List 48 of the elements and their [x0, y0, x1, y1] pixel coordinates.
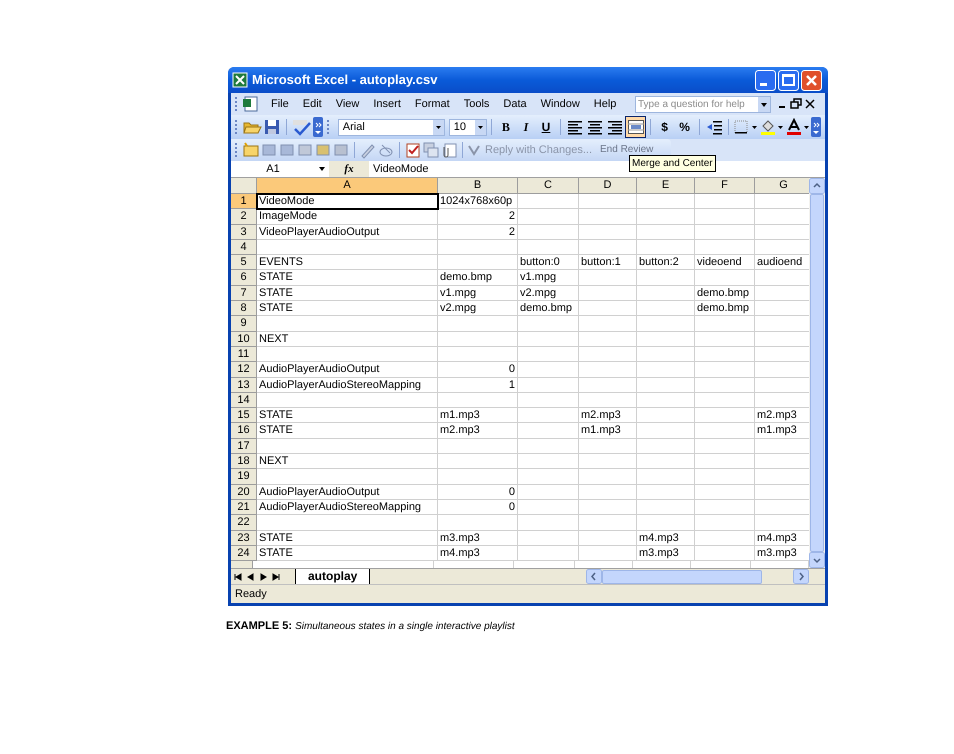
table-cell: 0 — [438, 484, 518, 500]
table-cell: button:0 — [518, 255, 579, 270]
table-cell: demo.bmp — [438, 270, 518, 286]
table-cell: m4.mp3 — [438, 546, 518, 562]
table-cell: ImageMode — [257, 209, 438, 225]
figure-caption: EXAMPLE 5: Simultaneous states in a single interactive playlist — [226, 619, 516, 634]
table-cell: demo.bmp — [695, 301, 755, 316]
table-cell: AudioPlayerAudioOutput — [257, 362, 438, 378]
table-cell: AudioPlayerAudioStereoMapping — [257, 378, 438, 393]
table-cell: v2.mpg — [518, 286, 579, 302]
table-cell: NEXT — [257, 332, 438, 347]
table-cell: STATE — [257, 546, 438, 562]
table-cell: VideoMode — [257, 194, 438, 210]
table-cell: button:2 — [637, 255, 695, 270]
table-cell: v1.mpg — [518, 270, 579, 286]
table-cell: 2 — [438, 209, 518, 225]
table-cell: STATE — [257, 286, 438, 302]
table-cell: 0 — [438, 362, 518, 378]
table-cell: STATE — [257, 301, 438, 316]
table-cell: STATE — [257, 270, 438, 286]
table-cell: 1024x768x60p — [438, 194, 518, 210]
table-cell: 2 — [438, 224, 518, 240]
table-cell: EVENTS — [257, 255, 438, 270]
table-cell: m1.mp3 — [579, 423, 637, 439]
table-cell: m3.mp3 — [637, 546, 695, 562]
table-cell: NEXT — [257, 454, 438, 470]
table-cell: m2.mp3 — [579, 408, 637, 424]
table-cell: videoend — [695, 255, 755, 270]
table-cell: demo.bmp — [695, 286, 755, 302]
table-cell: AudioPlayerAudioStereoMapping — [257, 500, 438, 516]
table-cell: STATE — [257, 408, 438, 424]
table-cell: v1.mpg — [438, 286, 518, 302]
table-cell: button:1 — [579, 255, 637, 270]
table-cell: m3.mp3 — [438, 530, 518, 546]
table-cell: 0 — [438, 500, 518, 516]
table-cell: VideoPlayerAudioOutput — [257, 224, 438, 240]
window-title: Microsoft Excel - autoplay.csv — [252, 71, 438, 90]
table-cell: m4.mp3 — [637, 530, 695, 546]
table-cell: 1 — [438, 378, 518, 393]
status-text: Ready — [235, 586, 267, 602]
table-cell: demo.bmp — [518, 301, 579, 316]
table-cell: STATE — [257, 423, 438, 439]
table-cell: STATE — [257, 530, 438, 546]
tooltip: Merge and Center — [629, 155, 716, 172]
table-cell: AudioPlayerAudioOutput — [257, 484, 438, 500]
table-cell: m1.mp3 — [438, 408, 518, 424]
table-cell: m2.mp3 — [438, 423, 518, 439]
table-cell: v2.mpg — [438, 301, 518, 316]
